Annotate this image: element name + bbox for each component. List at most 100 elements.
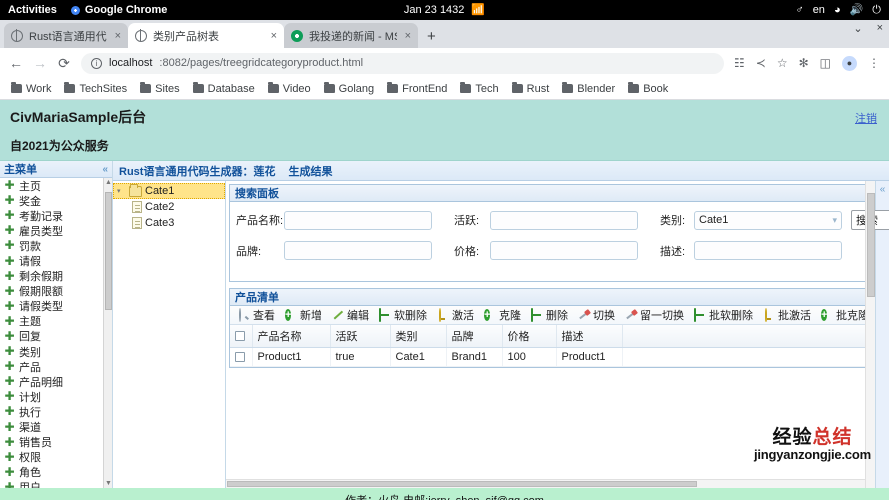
- activate-button[interactable]: 激活: [432, 307, 479, 323]
- column-header-price[interactable]: 价格: [502, 325, 557, 348]
- power-icon[interactable]: ⏻: [872, 4, 881, 16]
- profile-icon[interactable]: ●: [842, 55, 857, 71]
- hscrollbar-thumb[interactable]: [227, 481, 697, 487]
- sidebar-item-18[interactable]: ✚ 权限: [0, 450, 112, 465]
- translate-icon[interactable]: ☷: [734, 57, 745, 69]
- brand-input[interactable]: [284, 241, 432, 260]
- address-bar[interactable]: i localhost:8082/pages/treegridcategoryp…: [81, 52, 724, 74]
- bookmark-item[interactable]: Sites: [140, 82, 180, 95]
- back-icon[interactable]: ←: [9, 55, 23, 71]
- active-input[interactable]: [490, 210, 638, 230]
- main-vertical-scrollbar[interactable]: [865, 181, 875, 488]
- sidebar-item-17[interactable]: ✚ 销售员: [0, 435, 112, 450]
- batch-activate-button[interactable]: 批激活: [758, 307, 816, 323]
- edit-button[interactable]: 编辑: [327, 307, 374, 323]
- logout-link[interactable]: 注销: [855, 110, 877, 126]
- share-icon[interactable]: ≺: [756, 57, 766, 69]
- accessibility-icon[interactable]: ♂: [795, 4, 803, 16]
- site-info-icon[interactable]: i: [91, 57, 102, 69]
- sidebar-item-9[interactable]: ✚ 主题: [0, 314, 112, 329]
- sidebar-item-14[interactable]: ✚ 计划: [0, 389, 112, 404]
- sidebar-item-1[interactable]: ✚ 奖金: [0, 193, 112, 208]
- row-checkbox-cell[interactable]: [230, 347, 253, 367]
- sidebar-item-4[interactable]: ✚ 罚款: [0, 238, 112, 253]
- column-header-description[interactable]: 描述: [556, 325, 623, 348]
- select-all-header[interactable]: [230, 325, 253, 348]
- sidebar-item-2[interactable]: ✚ 考勤记录: [0, 208, 112, 223]
- sidebar-item-16[interactable]: ✚ 渠道: [0, 420, 112, 435]
- keep-one-toggle-button[interactable]: 留一切换: [620, 307, 689, 323]
- bookmark-item[interactable]: Tech: [460, 82, 499, 95]
- column-header-brand[interactable]: 品牌: [446, 325, 503, 348]
- view-button[interactable]: 查看: [233, 307, 280, 323]
- batch-soft-delete-button[interactable]: 批软删除: [689, 307, 758, 323]
- clone-button[interactable]: + 克隆: [479, 307, 526, 323]
- sidebar-item-20[interactable]: ✚用户: [0, 480, 112, 488]
- horizontal-scrollbar[interactable]: [226, 479, 875, 488]
- bookmark-item[interactable]: Book: [628, 82, 668, 95]
- sidebar-item-5[interactable]: ✚ 请假: [0, 253, 112, 269]
- tab-close-icon[interactable]: ×: [403, 30, 411, 42]
- add-button[interactable]: + 新增: [280, 307, 327, 323]
- browser-tab-2[interactable]: 我投递的新闻 - MS&A(M ×: [284, 23, 418, 48]
- window-close-icon[interactable]: ×: [877, 22, 883, 35]
- sidebar-item-10[interactable]: ✚ 回复: [0, 329, 112, 344]
- select-all-checkbox[interactable]: [235, 331, 245, 342]
- content-tab-result[interactable]: 生成结果: [288, 163, 332, 179]
- bookmark-item[interactable]: Video: [267, 82, 311, 95]
- sidebar-scrollbar[interactable]: ▲ ▼: [103, 178, 112, 488]
- sidebar-item-19[interactable]: ✚ 角色: [0, 465, 112, 480]
- category-select[interactable]: Cate1 ▾: [694, 210, 842, 230]
- sidebar-item-0[interactable]: ✚ 主页: [0, 178, 112, 193]
- menu-icon[interactable]: ⋮: [868, 57, 880, 69]
- row-checkbox[interactable]: [235, 352, 245, 363]
- scroll-down-icon[interactable]: ▼: [105, 480, 112, 487]
- sidepanel-icon[interactable]: ◫: [820, 57, 831, 69]
- tree-node-cate1[interactable]: ▾ Cate1: [113, 183, 225, 199]
- description-input[interactable]: [694, 241, 842, 260]
- tab-close-icon[interactable]: ×: [113, 30, 121, 42]
- tree-expand-icon[interactable]: ▾: [117, 187, 126, 195]
- collapse-left-icon[interactable]: «: [102, 164, 108, 175]
- bookmark-item[interactable]: FrontEnd: [387, 82, 447, 95]
- product-name-input[interactable]: [284, 210, 432, 230]
- sidebar-item-13[interactable]: ✚ 产品明细: [0, 374, 112, 389]
- bookmark-item[interactable]: TechSites: [64, 82, 127, 95]
- column-header-product-name[interactable]: 产品名称: [252, 325, 331, 348]
- sidebar-item-8[interactable]: ✚ 请假类型: [0, 299, 112, 314]
- bookmark-item[interactable]: Database: [192, 82, 255, 95]
- table-row[interactable]: Product1 true Cate1 Brand1 100 Product1: [230, 347, 871, 367]
- new-tab-button[interactable]: +: [418, 28, 444, 48]
- os-clock[interactable]: Jan 23 1432: [404, 4, 465, 16]
- star-icon[interactable]: ☆: [777, 57, 788, 69]
- os-current-app[interactable]: Google Chrome: [70, 4, 167, 16]
- sidebar-item-7[interactable]: ✚ 假期限额: [0, 284, 112, 299]
- sidebar-item-3[interactable]: ✚ 雇员类型: [0, 223, 112, 238]
- tab-close-icon[interactable]: ×: [269, 30, 277, 42]
- column-header-active[interactable]: 活跃: [330, 325, 391, 348]
- bookmark-item[interactable]: Golang: [323, 82, 374, 95]
- os-language[interactable]: en: [813, 4, 825, 16]
- tree-node-cate2[interactable]: Cate2: [113, 199, 225, 215]
- browser-tab-1[interactable]: 类别产品树表 ×: [128, 23, 284, 48]
- soft-delete-button[interactable]: 软删除: [374, 307, 432, 323]
- reload-icon[interactable]: ⟳: [57, 55, 71, 72]
- activities-button[interactable]: Activities: [8, 4, 57, 16]
- wifi-icon[interactable]: ◕: [834, 4, 841, 16]
- extensions-icon[interactable]: ✻: [799, 57, 809, 69]
- sidebar-item-12[interactable]: ✚ 产品: [0, 359, 112, 374]
- bookmark-item[interactable]: Work: [11, 82, 51, 95]
- toggle-button[interactable]: 切换: [573, 307, 620, 323]
- sidebar-item-15[interactable]: ✚ 执行: [0, 404, 112, 419]
- forward-icon[interactable]: →: [33, 55, 47, 71]
- volume-icon[interactable]: 🔊: [850, 4, 864, 16]
- delete-button[interactable]: 删除: [526, 307, 573, 323]
- price-input[interactable]: [490, 241, 638, 260]
- bookmark-item[interactable]: Blender: [562, 82, 615, 95]
- sidebar-item-11[interactable]: ✚ 类别: [0, 344, 112, 359]
- batch-clone-button[interactable]: + 批克隆: [816, 307, 871, 323]
- scrollbar-thumb[interactable]: [105, 192, 112, 310]
- vscrollbar-thumb[interactable]: [867, 193, 875, 297]
- browser-tab-0[interactable]: Rust语言通用代码生成器 ×: [4, 23, 128, 48]
- column-header-category[interactable]: 类别: [390, 325, 447, 348]
